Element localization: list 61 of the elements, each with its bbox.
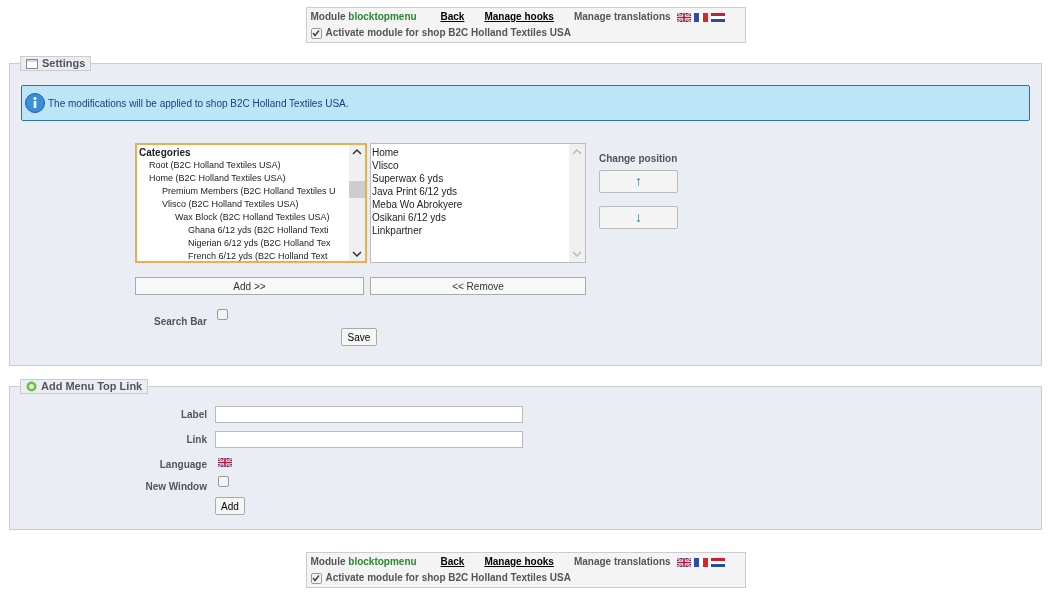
categories-listbox[interactable] — [135, 143, 367, 263]
back-link[interactable]: Back — [440, 555, 465, 569]
manage-translations-text: Manage translations — [573, 555, 671, 569]
menu-item-option[interactable]: Superwax 6 yds — [372, 173, 444, 184]
flag-icon[interactable] — [218, 458, 232, 467]
checkbox[interactable] — [218, 476, 229, 487]
add-icon — [26, 381, 37, 392]
link-input[interactable] — [215, 431, 523, 448]
checkmark-icon — [312, 29, 320, 37]
menu-item-option[interactable]: Linkpartner — [372, 225, 423, 236]
checkbox[interactable] — [310, 572, 322, 584]
checkmark-icon — [312, 574, 320, 582]
section-legend: Add Menu Top Link — [20, 379, 149, 394]
flag-icon[interactable] — [693, 557, 708, 567]
category-option[interactable]: Wax Block (B2C Holland Textiles USA) — [175, 212, 330, 222]
info-icon — [25, 93, 45, 113]
flag-icon[interactable] — [676, 12, 691, 22]
move-down-button[interactable]: ↓ — [599, 206, 678, 229]
checkbox[interactable] — [310, 27, 322, 39]
flag-icon[interactable] — [710, 12, 725, 22]
manage-translations-text: Manage translations — [573, 10, 671, 24]
selected-items-listbox[interactable]: Home Vlisco Superwax 6 yds Java Print 6/12 yds Meba Wo Abrokyere Osikani 6/12 yds Linkpartner — [370, 143, 586, 263]
listbox-group-label: Categories — [138, 146, 192, 159]
flag-icon[interactable] — [676, 557, 691, 567]
checkbox[interactable] — [217, 309, 228, 320]
menu-item-option[interactable]: Home — [372, 147, 399, 158]
back-link[interactable]: Back — [440, 10, 465, 24]
link-label: Link — [185, 433, 207, 447]
category-option[interactable]: Root (B2C Holland Textiles USA) — [149, 160, 281, 170]
remove-button[interactable]: << Remove — [370, 277, 586, 295]
category-option[interactable]: Premium Members (B2C Holland Textiles U — [162, 186, 336, 196]
change-position-label: Change position — [599, 152, 678, 166]
new-window-label: New Window — [144, 480, 207, 494]
move-up-button[interactable]: ↑ — [599, 170, 678, 193]
category-option[interactable]: Ghana 6/12 yds (B2C Holland Texti — [188, 225, 329, 235]
flag-icon[interactable] — [710, 557, 725, 567]
manage-hooks-link[interactable]: Manage hooks — [484, 10, 554, 24]
save-button[interactable]: Save — [340, 328, 378, 346]
activate-label: Activate module for shop B2C Holland Textiles USA — [325, 26, 571, 40]
manage-hooks-link[interactable]: Manage hooks — [484, 555, 554, 569]
category-option[interactable]: Nigerian 6/12 yds (B2C Holland Tex — [188, 238, 331, 248]
label-label: Label — [179, 408, 207, 422]
category-option[interactable]: Home (B2C Holland Textiles USA) — [149, 173, 286, 183]
module-title: Module blocktopmenu — [310, 555, 418, 569]
add-button[interactable]: Add >> — [135, 277, 364, 295]
menu-item-option[interactable]: Osikani 6/12 yds — [372, 212, 446, 223]
menu-item-option[interactable]: Vlisco — [372, 160, 399, 171]
menu-item-option[interactable]: Java Print 6/12 yds — [372, 186, 458, 197]
language-label: Language — [158, 458, 207, 472]
label-input[interactable] — [215, 406, 523, 423]
info-message: The modifications will be applied to shop B2C Holland Textiles USA. — [48, 96, 349, 111]
section-legend: Settings — [20, 56, 92, 71]
category-option[interactable]: Vlisco (B2C Holland Textiles USA) — [162, 199, 299, 209]
activate-label: Activate module for shop B2C Holland Textiles USA — [325, 571, 571, 585]
flag-icon[interactable] — [693, 12, 708, 22]
category-option[interactable]: French 6/12 yds (B2C Holland Text — [188, 251, 328, 261]
window-icon — [26, 58, 38, 69]
add-link-button[interactable]: Add — [215, 497, 245, 515]
menu-item-option[interactable]: Meba Wo Abrokyere — [372, 199, 463, 210]
module-title: Module blocktopmenu — [310, 10, 418, 24]
search-bar-label: Search Bar — [154, 315, 208, 329]
